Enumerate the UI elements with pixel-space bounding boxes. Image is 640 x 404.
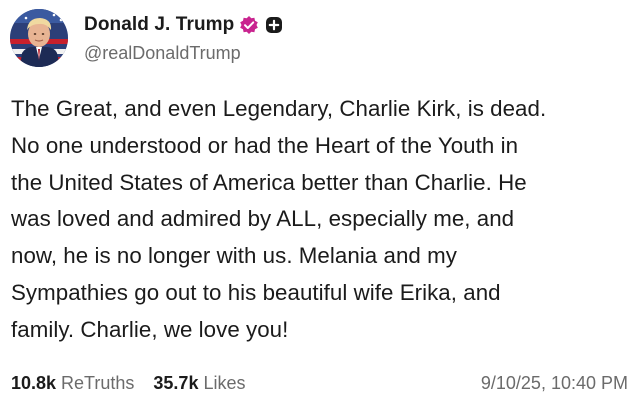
- post-timestamp[interactable]: 9/10/25, 10:40 PM: [481, 373, 628, 394]
- avatar-image: [10, 9, 68, 67]
- plus-badge-icon: [264, 15, 284, 35]
- post-card: Donald J. Trump @realDonaldTrump The Gre…: [0, 0, 640, 404]
- likes-count: 35.7k: [153, 372, 199, 393]
- name-row: Donald J. Trump: [84, 12, 284, 38]
- author-display-name[interactable]: Donald J. Trump: [84, 14, 234, 36]
- post-footer: 10.8k ReTruths 35.7k Likes 9/10/25, 10:4…: [11, 370, 628, 396]
- retruths-label: ReTruths: [61, 372, 135, 393]
- likes-stat[interactable]: 35.7k Likes: [153, 373, 245, 394]
- post-header: Donald J. Trump @realDonaldTrump: [10, 8, 284, 68]
- post-text: The Great, and even Legendary, Charlie K…: [11, 96, 547, 342]
- retruths-stat[interactable]: 10.8k ReTruths: [11, 373, 134, 394]
- retruths-count: 10.8k: [11, 372, 57, 393]
- author-info: Donald J. Trump @realDonaldTrump: [84, 12, 284, 64]
- avatar[interactable]: [10, 9, 68, 67]
- likes-label: Likes: [203, 372, 246, 393]
- author-handle[interactable]: @realDonaldTrump: [84, 43, 284, 64]
- verified-badge-icon: [239, 15, 259, 35]
